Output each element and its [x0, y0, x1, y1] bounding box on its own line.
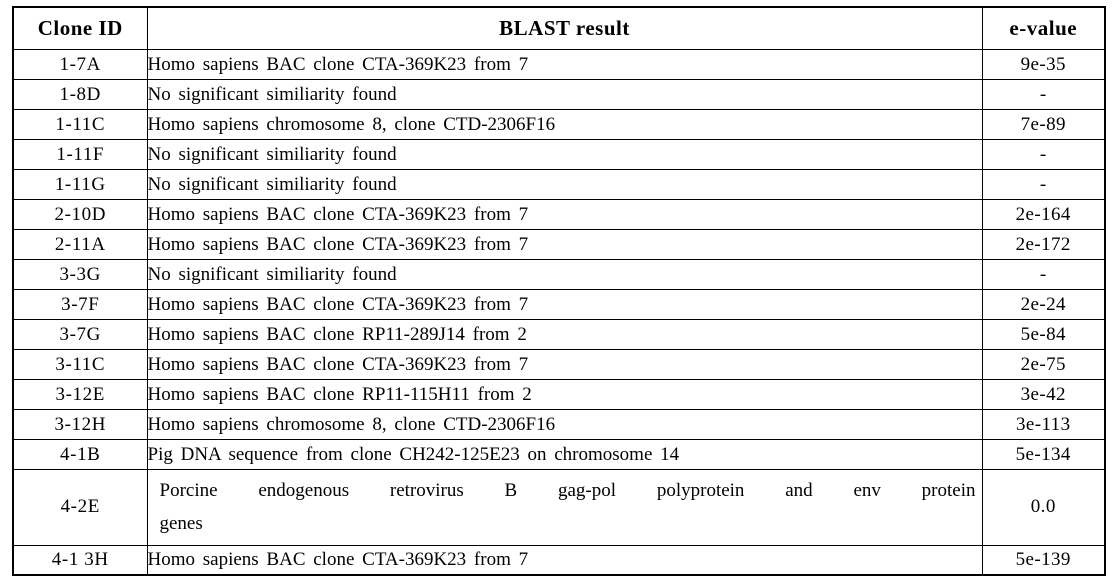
- cell-clone-id: 1-11C: [12, 109, 148, 140]
- cell-clone-id: 3-7F: [12, 289, 148, 320]
- cell-blast-result: Porcine endogenous retrovirus B gag-pol …: [146, 469, 983, 546]
- cell-clone-id: 2-11A: [12, 229, 148, 260]
- table-row: 3-3G No significant similiarity found -: [12, 259, 1106, 290]
- table-row: 4-1 3H Homo sapiens BAC clone CTA-369K23…: [12, 544, 1106, 576]
- column-header-e-value: e-value: [981, 6, 1106, 50]
- table-sheet: Clone ID BLAST result e-value 1-7A Homo …: [0, 0, 1114, 576]
- cell-blast-result: Homo sapiens BAC clone CTA-369K23 from 7: [146, 544, 983, 576]
- table-row: 1-7A Homo sapiens BAC clone CTA-369K23 f…: [12, 49, 1106, 80]
- cell-blast-result: Pig DNA sequence from clone CH242-125E23…: [146, 439, 983, 470]
- cell-e-value: 3e-113: [981, 409, 1106, 440]
- cell-e-value: -: [981, 79, 1106, 110]
- table-row: 2-11A Homo sapiens BAC clone CTA-369K23 …: [12, 229, 1106, 260]
- cell-blast-result: No significant similiarity found: [146, 259, 983, 290]
- cell-clone-id: 3-11C: [12, 349, 148, 380]
- cell-e-value: 7e-89: [981, 109, 1106, 140]
- blast-results-table: Clone ID BLAST result e-value 1-7A Homo …: [12, 6, 1106, 576]
- cell-blast-result: Homo sapiens chromosome 8, clone CTD-230…: [146, 109, 983, 140]
- table-row: 1-8D No significant similiarity found -: [12, 79, 1106, 110]
- cell-e-value: 3e-42: [981, 379, 1106, 410]
- cell-blast-result: No significant similiarity found: [146, 169, 983, 200]
- cell-blast-result: Homo sapiens BAC clone CTA-369K23 from 7: [146, 349, 983, 380]
- cell-blast-result: Homo sapiens chromosome 8, clone CTD-230…: [146, 409, 983, 440]
- cell-e-value: 2e-164: [981, 199, 1106, 230]
- cell-blast-result-line1: Porcine endogenous retrovirus B gag-pol …: [159, 480, 976, 501]
- cell-e-value: 5e-134: [981, 439, 1106, 470]
- cell-blast-result: Homo sapiens BAC clone CTA-369K23 from 7: [146, 49, 983, 80]
- cell-e-value: 0.0: [981, 469, 1106, 546]
- cell-clone-id: 1-8D: [12, 79, 148, 110]
- cell-e-value: 9e-35: [981, 49, 1106, 80]
- cell-e-value: -: [981, 139, 1106, 170]
- cell-clone-id: 4-1 3H: [12, 544, 148, 576]
- cell-blast-result: Homo sapiens BAC clone RP11-289J14 from …: [146, 319, 983, 350]
- cell-e-value: 5e-139: [981, 544, 1106, 576]
- table-row: 3-12H Homo sapiens chromosome 8, clone C…: [12, 409, 1106, 440]
- cell-blast-result: Homo sapiens BAC clone CTA-369K23 from 7: [146, 289, 983, 320]
- cell-blast-result: Homo sapiens BAC clone CTA-369K23 from 7: [146, 229, 983, 260]
- cell-clone-id: 3-12H: [12, 409, 148, 440]
- table-row: 3-7G Homo sapiens BAC clone RP11-289J14 …: [12, 319, 1106, 350]
- table-row: 2-10D Homo sapiens BAC clone CTA-369K23 …: [12, 199, 1106, 230]
- cell-clone-id: 2-10D: [12, 199, 148, 230]
- table-row: 3-12E Homo sapiens BAC clone RP11-115H11…: [12, 379, 1106, 410]
- table-row: 3-7F Homo sapiens BAC clone CTA-369K23 f…: [12, 289, 1106, 320]
- cell-blast-result: No significant similiarity found: [146, 139, 983, 170]
- cell-e-value: 2e-172: [981, 229, 1106, 260]
- header-row: Clone ID BLAST result e-value: [12, 6, 1106, 50]
- cell-blast-result: Homo sapiens BAC clone RP11-115H11 from …: [146, 379, 983, 410]
- cell-e-value: 5e-84: [981, 319, 1106, 350]
- table-row: 1-11G No significant similiarity found -: [12, 169, 1106, 200]
- cell-blast-result-line2: genes: [159, 513, 203, 535]
- cell-clone-id: 3-12E: [12, 379, 148, 410]
- cell-clone-id: 3-7G: [12, 319, 148, 350]
- cell-e-value: -: [981, 259, 1106, 290]
- cell-e-value: 2e-24: [981, 289, 1106, 320]
- table-row: 1-11F No significant similiarity found -: [12, 139, 1106, 170]
- table-body: 1-7A Homo sapiens BAC clone CTA-369K23 f…: [12, 49, 1106, 576]
- cell-e-value: 2e-75: [981, 349, 1106, 380]
- cell-blast-result: Homo sapiens BAC clone CTA-369K23 from 7: [146, 199, 983, 230]
- cell-clone-id: 3-3G: [12, 259, 148, 290]
- table-row: 4-2E Porcine endogenous retrovirus B gag…: [12, 469, 1106, 546]
- cell-clone-id: 1-7A: [12, 49, 148, 80]
- cell-blast-result: No significant similiarity found: [146, 79, 983, 110]
- cell-e-value: -: [981, 169, 1106, 200]
- cell-clone-id: 1-11G: [12, 169, 148, 200]
- cell-clone-id: 4-2E: [12, 469, 148, 546]
- column-header-clone-id: Clone ID: [12, 6, 148, 50]
- table-row: 4-1B Pig DNA sequence from clone CH242-1…: [12, 439, 1106, 470]
- table-row: 3-11C Homo sapiens BAC clone CTA-369K23 …: [12, 349, 1106, 380]
- column-header-blast-result: BLAST result: [146, 6, 983, 50]
- cell-clone-id: 4-1B: [12, 439, 148, 470]
- table-header: Clone ID BLAST result e-value: [12, 6, 1106, 50]
- table-row: 1-11C Homo sapiens chromosome 8, clone C…: [12, 109, 1106, 140]
- cell-clone-id: 1-11F: [12, 139, 148, 170]
